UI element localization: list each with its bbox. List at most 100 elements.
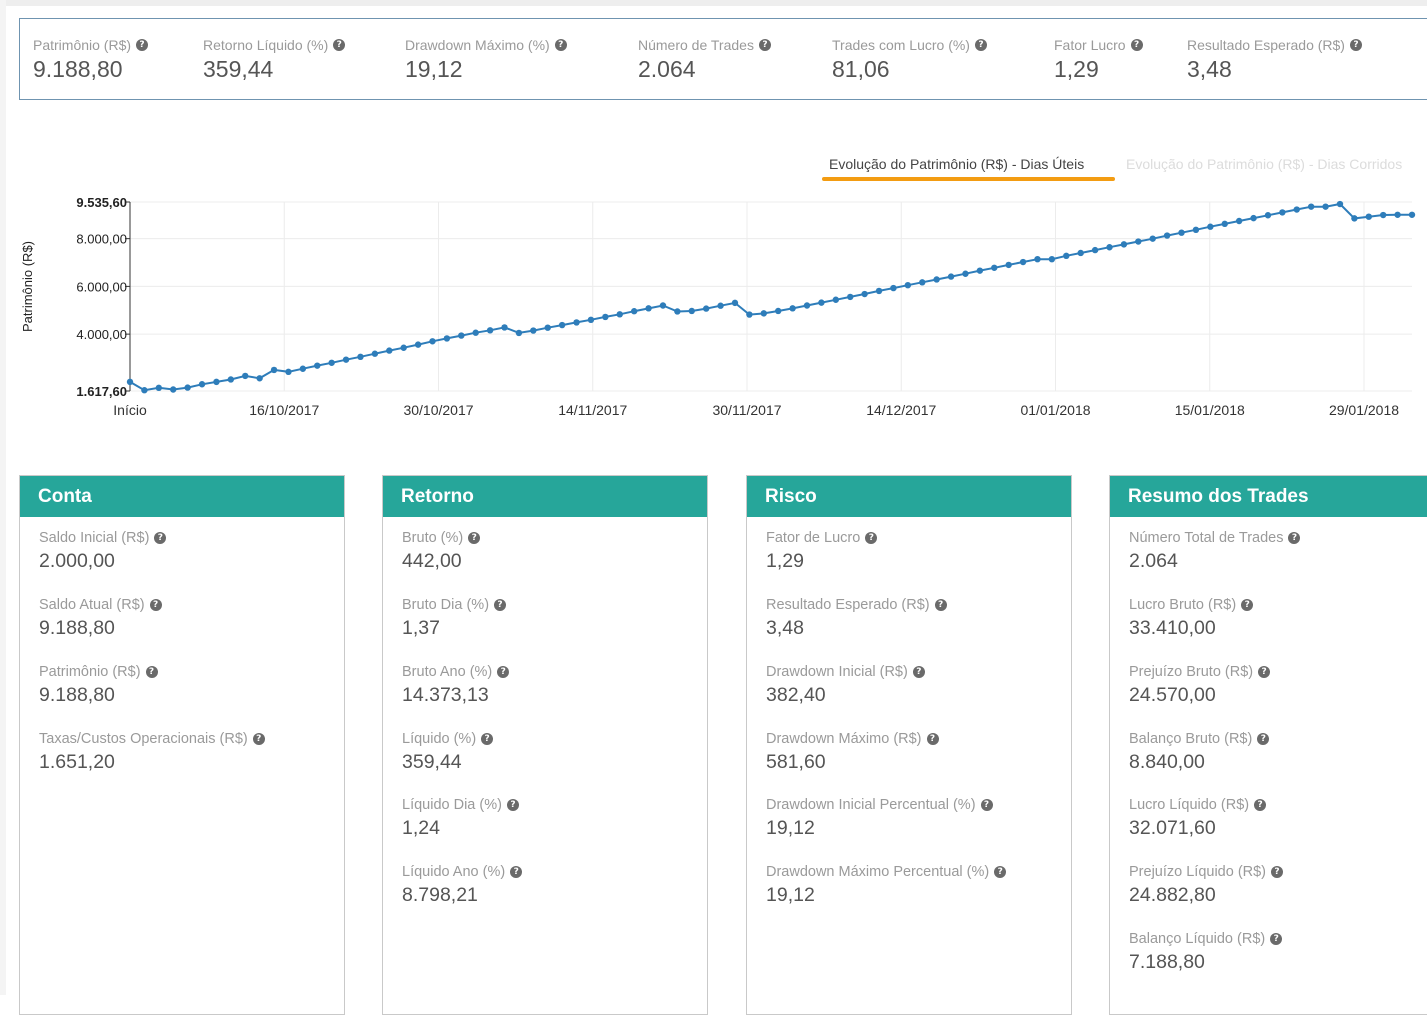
help-icon[interactable]: ?	[468, 532, 481, 544]
data-point	[933, 276, 940, 283]
data-point	[760, 310, 767, 317]
help-icon[interactable]: ?	[934, 599, 947, 611]
tab-dias-corridos[interactable]: Evolução do Patrimônio (R$) - Dias Corri…	[1126, 156, 1402, 172]
help-icon[interactable]: ?	[1258, 666, 1271, 678]
stat-value: 19,12	[766, 884, 815, 906]
help-icon[interactable]: ?	[506, 799, 519, 811]
data-point	[1264, 212, 1272, 219]
data-point	[904, 282, 912, 289]
help-icon[interactable]: ?	[1271, 866, 1284, 878]
stat-value: 1,29	[766, 550, 804, 572]
help-icon[interactable]: ?	[149, 599, 162, 611]
data-point	[515, 329, 523, 337]
metric-numero-trades: Número de Trades? 2.064	[638, 37, 771, 83]
data-point	[299, 365, 307, 372]
data-point	[1163, 232, 1171, 239]
data-point	[630, 308, 638, 315]
metric-resultado-esperado: Resultado Esperado (R$)? 3,48	[1187, 37, 1362, 83]
stat-value: 581,60	[766, 751, 826, 773]
help-icon[interactable]: ?	[912, 666, 925, 678]
tab-dias-uteis[interactable]: Evolução do Patrimônio (R$) - Dias Úteis	[829, 156, 1084, 172]
data-point	[1178, 229, 1185, 236]
metric-label: Retorno Líquido (%)	[203, 37, 329, 53]
data-point	[702, 305, 710, 312]
stat-value: 3,48	[766, 617, 804, 639]
help-icon[interactable]: ?	[994, 866, 1007, 878]
stat-label: Patrimônio (R$)	[39, 664, 141, 680]
x-tick-label: Início	[113, 402, 147, 418]
stat-label: Drawdown Inicial (R$)	[766, 664, 908, 680]
stat-label: Líquido (%)	[402, 731, 477, 747]
help-icon[interactable]: ?	[1288, 532, 1301, 544]
help-icon[interactable]: ?	[481, 733, 494, 745]
data-point	[242, 372, 249, 380]
data-point	[1149, 235, 1156, 242]
help-icon[interactable]: ?	[554, 39, 567, 51]
data-point	[328, 359, 335, 366]
help-icon[interactable]: ?	[136, 39, 149, 51]
help-icon[interactable]: ?	[1130, 39, 1143, 51]
help-icon[interactable]: ?	[926, 733, 939, 745]
data-point	[1279, 209, 1286, 216]
help-icon[interactable]: ?	[154, 532, 167, 544]
data-point	[746, 311, 753, 318]
data-point	[688, 307, 695, 315]
data-point	[357, 353, 364, 361]
data-point	[847, 293, 854, 301]
help-icon[interactable]: ?	[510, 866, 523, 878]
data-point	[1250, 214, 1257, 222]
stat-item: Drawdown Inicial Percentual (%)? 19,12	[766, 797, 993, 840]
data-point	[818, 299, 825, 306]
data-point	[616, 311, 623, 318]
data-point	[674, 308, 681, 315]
stat-label: Drawdown Inicial Percentual (%)	[766, 797, 976, 813]
data-point	[890, 284, 897, 292]
y-tick-label: 6.000,00	[76, 279, 127, 294]
stat-label: Taxas/Custos Operacionais (R$)	[39, 731, 248, 747]
panel-conta: Conta Saldo Inicial (R$)? 2.000,00 Saldo …	[19, 475, 345, 1015]
data-point	[1379, 211, 1387, 219]
help-icon[interactable]: ?	[865, 532, 878, 544]
stat-item: Drawdown Máximo Percentual (%)? 19,12	[766, 864, 1007, 907]
data-point	[1192, 226, 1200, 234]
metric-drawdown-maximo: Drawdown Máximo (%)? 19,12	[405, 37, 567, 83]
data-point	[1408, 211, 1416, 218]
help-icon[interactable]: ?	[1270, 933, 1283, 945]
data-point	[227, 376, 235, 383]
help-icon[interactable]: ?	[1257, 733, 1270, 745]
help-icon[interactable]: ?	[145, 666, 158, 678]
metric-label: Fator Lucro	[1054, 37, 1126, 53]
data-point	[1106, 244, 1113, 251]
data-point	[1221, 220, 1228, 228]
y-tick-label: 4.000,00	[76, 327, 127, 342]
data-point	[213, 378, 220, 386]
help-icon[interactable]: ?	[758, 39, 771, 51]
stat-item: Balanço Líquido (R$)? 7.188,80	[1129, 931, 1283, 974]
stat-label: Drawdown Máximo (R$)	[766, 731, 922, 747]
help-icon[interactable]: ?	[980, 799, 993, 811]
y-tick-label: 9.535,60	[76, 195, 127, 210]
data-point	[1365, 213, 1372, 220]
data-point	[386, 347, 393, 354]
data-point	[1034, 255, 1041, 263]
data-point	[991, 264, 998, 271]
data-point	[198, 381, 206, 388]
panel-retorno: Retorno Bruto (%)? 442,00 Bruto Dia (%)? 1…	[382, 475, 708, 1015]
help-icon[interactable]: ?	[497, 666, 510, 678]
stat-item: Número Total de Trades? 2.064	[1129, 530, 1301, 573]
data-point	[342, 356, 350, 363]
help-icon[interactable]: ?	[1349, 39, 1362, 51]
help-icon[interactable]: ?	[1241, 599, 1254, 611]
help-icon[interactable]: ?	[974, 39, 987, 51]
active-tab-underline	[822, 177, 1115, 181]
help-icon[interactable]: ?	[1254, 799, 1267, 811]
help-icon[interactable]: ?	[333, 39, 346, 51]
help-icon[interactable]: ?	[494, 599, 507, 611]
stat-label: Lucro Bruto (R$)	[1129, 597, 1237, 613]
data-point	[861, 290, 868, 298]
help-icon[interactable]: ?	[252, 733, 265, 745]
data-point	[1336, 200, 1344, 208]
data-point	[141, 387, 148, 394]
stat-item: Saldo Inicial (R$)? 2.000,00	[39, 530, 167, 573]
data-point	[270, 366, 278, 374]
